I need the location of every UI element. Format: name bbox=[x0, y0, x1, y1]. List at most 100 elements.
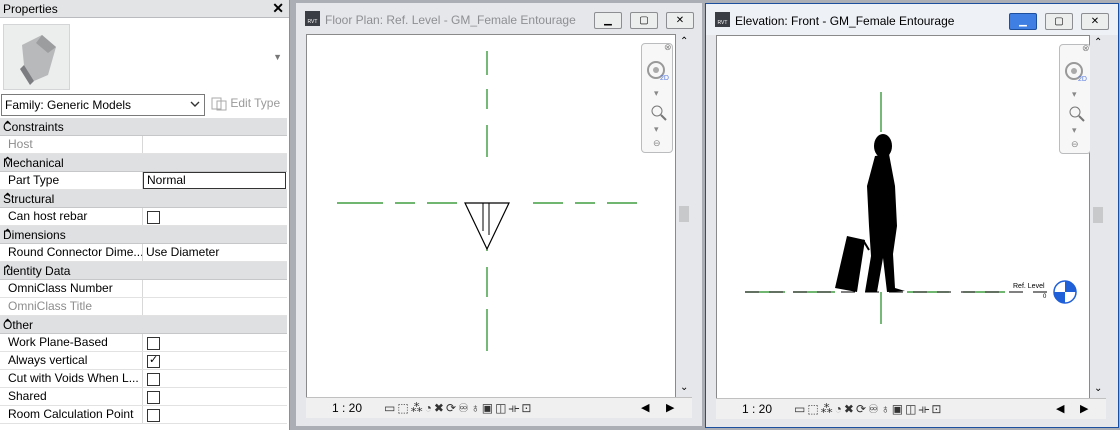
shared-checkbox[interactable] bbox=[147, 391, 160, 404]
close-icon[interactable]: ✕ bbox=[272, 0, 284, 17]
options-icon[interactable]: ⊖ bbox=[1071, 139, 1079, 150]
chevron-down-icon[interactable]: ▾ bbox=[654, 88, 659, 99]
window-title: Floor Plan: Ref. Level - GM_Female Entou… bbox=[325, 13, 576, 27]
vertical-scrollbar[interactable]: ⌃ ⌄ bbox=[676, 34, 693, 397]
chevron-down-icon[interactable]: ▾ bbox=[1072, 89, 1077, 100]
group-header-constraints[interactable]: Constraints ⌃ bbox=[0, 118, 287, 136]
collapse-icon[interactable]: ⌃ bbox=[3, 119, 281, 132]
maximize-button[interactable]: ▢ bbox=[1045, 13, 1073, 30]
properties-titlebar: Properties ✕ bbox=[0, 0, 289, 18]
elevation-window: RVT Elevation: Front - GM_Female Entoura… bbox=[705, 3, 1119, 428]
vertical-scrollbar[interactable]: ⌃ ⌄ bbox=[1090, 35, 1107, 398]
always-vertical-checkbox[interactable] bbox=[147, 353, 160, 368]
window-titlebar[interactable]: RVT Floor Plan: Ref. Level - GM_Female E… bbox=[296, 3, 702, 34]
scroll-up-icon[interactable]: ⌃ bbox=[680, 36, 688, 47]
property-row: Shared bbox=[0, 388, 287, 406]
work-plane-based-checkbox[interactable] bbox=[147, 337, 160, 350]
close-button[interactable]: ✕ bbox=[666, 12, 694, 29]
chevron-down-icon[interactable]: ▼ bbox=[273, 52, 282, 62]
elevation-drawing: Ref. Level 0 bbox=[745, 92, 1077, 324]
steering-wheel-icon[interactable]: 2D bbox=[643, 58, 673, 88]
scroll-left-icon[interactable]: ◀ bbox=[641, 401, 649, 414]
view-control-bar: 1 : 20 ▭⬚⁂◔✖⟳♾♁▣◫⟛⊡ ◀ ▶ bbox=[306, 397, 692, 418]
room-calculation-point-checkbox[interactable] bbox=[147, 409, 160, 422]
property-value[interactable]: Use Diameter bbox=[143, 244, 287, 261]
type-selector[interactable]: ▼ bbox=[0, 18, 288, 91]
property-row: Cut with Voids When L... bbox=[0, 370, 287, 388]
scroll-thumb[interactable] bbox=[1093, 207, 1103, 223]
view-scale[interactable]: 1 : 20 bbox=[332, 401, 362, 415]
scroll-up-icon[interactable]: ⌃ bbox=[1094, 37, 1102, 48]
family-select[interactable]: Family: Generic Models bbox=[1, 94, 205, 116]
close-icon[interactable]: ⊗ bbox=[664, 42, 672, 53]
group-header-structural[interactable]: Structural ⌃ bbox=[0, 190, 287, 208]
property-row: Always vertical bbox=[0, 352, 287, 370]
property-row: Round Connector Dime... Use Diameter bbox=[0, 244, 287, 262]
zoom-icon[interactable] bbox=[1065, 101, 1087, 123]
zoom-icon[interactable] bbox=[647, 100, 669, 122]
family-select-value: Family: Generic Models bbox=[5, 98, 132, 112]
options-icon[interactable]: ⊖ bbox=[653, 138, 661, 149]
scroll-left-icon[interactable]: ◀ bbox=[1056, 402, 1064, 415]
generic-model-icon bbox=[20, 35, 56, 85]
group-header-mechanical[interactable]: Mechanical ⌃ bbox=[0, 154, 287, 172]
type-preview-thumbnail bbox=[3, 24, 70, 90]
scroll-right-icon[interactable]: ▶ bbox=[1080, 402, 1088, 415]
group-header-other[interactable]: Other ⌃ bbox=[0, 316, 287, 334]
properties-grid: Constraints ⌃ Host Mechanical ⌃ Part Type N… bbox=[0, 118, 287, 424]
can-host-rebar-checkbox[interactable] bbox=[147, 211, 160, 224]
svg-text:2D: 2D bbox=[1078, 76, 1087, 83]
cut-with-voids-checkbox[interactable] bbox=[147, 373, 160, 386]
property-row: Work Plane-Based bbox=[0, 334, 287, 352]
scroll-right-icon[interactable]: ▶ bbox=[666, 401, 674, 414]
collapse-icon[interactable]: ⌃ bbox=[3, 263, 281, 276]
property-row: Host bbox=[0, 136, 287, 154]
edit-type-button[interactable]: Edit Type bbox=[211, 96, 280, 111]
close-icon[interactable]: ⊗ bbox=[1082, 43, 1090, 54]
chevron-down-icon[interactable]: ▾ bbox=[654, 124, 659, 135]
properties-title: Properties bbox=[3, 2, 58, 16]
collapse-icon[interactable]: ⌃ bbox=[3, 317, 281, 330]
property-row: Can host rebar bbox=[0, 208, 287, 226]
property-row: OmniClass Number bbox=[0, 280, 287, 298]
group-header-dimensions[interactable]: Dimensions ⌃ bbox=[0, 226, 287, 244]
view-scale[interactable]: 1 : 20 bbox=[742, 402, 772, 416]
property-key: Can host rebar bbox=[0, 208, 143, 225]
revit-view-icon: RVT bbox=[715, 12, 730, 27]
property-key: Always vertical bbox=[0, 352, 143, 369]
collapse-icon[interactable]: ⌃ bbox=[3, 191, 281, 204]
scroll-down-icon[interactable]: ⌄ bbox=[1094, 383, 1102, 394]
floor-plan-canvas[interactable]: ⊗ 2D ▾ ▾ ⊖ bbox=[306, 34, 676, 399]
collapse-icon[interactable]: ⌃ bbox=[3, 155, 281, 168]
property-key: Round Connector Dime... bbox=[0, 244, 143, 261]
svg-text:2D: 2D bbox=[660, 75, 669, 82]
female-entourage-silhouette bbox=[835, 134, 905, 292]
floor-plan-window: RVT Floor Plan: Ref. Level - GM_Female E… bbox=[296, 3, 702, 426]
revit-view-icon: RVT bbox=[305, 11, 320, 26]
scroll-down-icon[interactable]: ⌄ bbox=[680, 382, 688, 393]
property-key: Work Plane-Based bbox=[0, 334, 143, 351]
group-header-identity-data[interactable]: Identity Data ⌃ bbox=[0, 262, 287, 280]
level-tag-label[interactable]: Ref. Level bbox=[1013, 283, 1045, 290]
view-control-icons[interactable]: ▭⬚⁂◔✖⟳♾♁▣◫⟛⊡ bbox=[384, 401, 533, 416]
property-key: Cut with Voids When L... bbox=[0, 370, 143, 387]
maximize-button[interactable]: ▢ bbox=[630, 12, 658, 29]
window-titlebar[interactable]: RVT Elevation: Front - GM_Female Entoura… bbox=[706, 4, 1118, 35]
property-row: OmniClass Title bbox=[0, 298, 287, 316]
minimize-button[interactable]: ▁ bbox=[1009, 13, 1037, 30]
chevron-down-icon bbox=[190, 101, 200, 107]
part-type-input[interactable]: Normal bbox=[143, 172, 286, 189]
navigation-bar: ⊗ 2D ▾ ▾ ⊖ bbox=[1059, 43, 1091, 154]
view-control-icons[interactable]: ▭⬚⁂◔✖⟳♾♁▣◫⟛⊡ bbox=[794, 402, 943, 417]
collapse-icon[interactable]: ⌃ bbox=[3, 227, 281, 240]
property-key: Host bbox=[0, 136, 143, 153]
scroll-thumb[interactable] bbox=[679, 206, 689, 222]
steering-wheel-icon[interactable]: 2D bbox=[1061, 59, 1091, 89]
property-row: Room Calculation Point bbox=[0, 406, 287, 424]
elevation-canvas[interactable]: Ref. Level 0 ⊗ 2D ▾ ▾ ⊖ bbox=[716, 35, 1091, 400]
chevron-down-icon[interactable]: ▾ bbox=[1072, 125, 1077, 136]
close-button[interactable]: ✕ bbox=[1081, 13, 1109, 30]
minimize-button[interactable]: ▁ bbox=[594, 12, 622, 29]
property-value[interactable] bbox=[143, 280, 287, 297]
edit-type-icon bbox=[211, 97, 227, 111]
